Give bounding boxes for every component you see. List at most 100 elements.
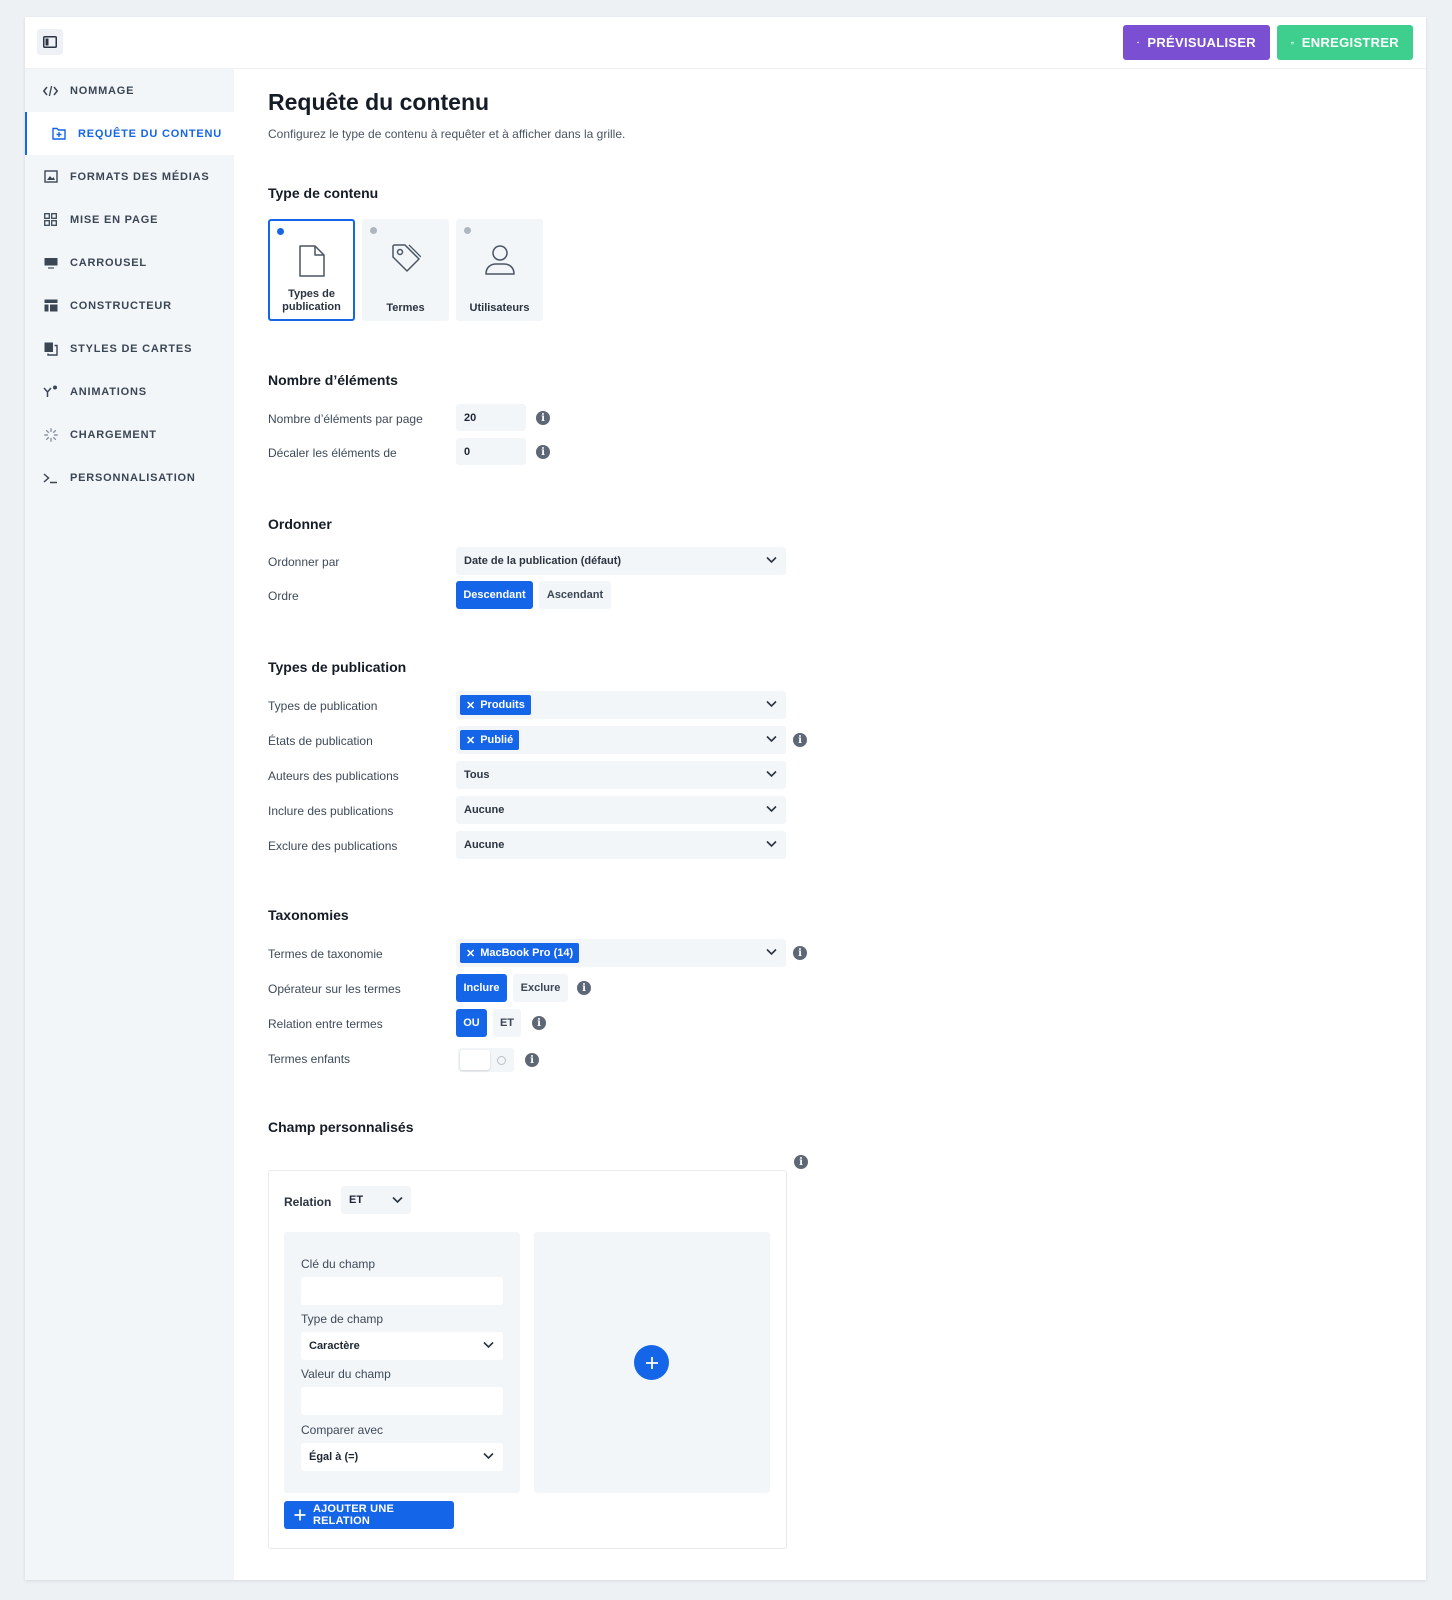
toggle-off-icon (497, 1056, 506, 1065)
post-authors-select[interactable]: Tous (456, 761, 786, 789)
save-button-label: ENREGISTRER (1301, 35, 1399, 50)
child-terms-label: Termes enfants (268, 1052, 351, 1066)
add-relation-label: AJOUTER UNE RELATION (312, 1503, 395, 1527)
compare-value: Égal à (=) (309, 1451, 359, 1463)
sidebar-item-card-styles[interactable]: STYLES DE CARTES (25, 327, 234, 370)
child-terms-toggle[interactable] (458, 1048, 514, 1072)
content-type-post-types[interactable]: Types de publication (268, 219, 355, 321)
order-ascending-button[interactable]: Ascendant (539, 581, 611, 609)
add-field-panel (534, 1232, 770, 1493)
post-type-tag[interactable]: ✕ Produits (460, 695, 531, 715)
section-heading-post-types: Types de publication (268, 659, 407, 675)
plus-icon (294, 1509, 306, 1521)
chevron-down-icon (766, 770, 777, 778)
field-value-label: Valeur du champ (301, 1367, 391, 1381)
content-type-terms[interactable]: Termes (362, 219, 449, 321)
per-page-input[interactable]: 20 (456, 404, 526, 431)
operator-include-button[interactable]: Inclure (456, 974, 507, 1002)
relation-and-button[interactable]: ET (493, 1009, 521, 1037)
sidebar-item-loading[interactable]: CHARGEMENT (25, 413, 234, 456)
compare-select[interactable]: Égal à (=) (301, 1443, 503, 1471)
floppy-disk-icon (1291, 41, 1294, 44)
preview-button-label: PRÉVISUALISER (1147, 35, 1256, 50)
field-value-input[interactable] (301, 1387, 503, 1415)
include-posts-select[interactable]: Aucune (456, 796, 786, 824)
content-type-users[interactable]: Utilisateurs (456, 219, 543, 321)
sidebar-item-media-formats[interactable]: FORMATS DES MÉDIAS (25, 155, 234, 198)
post-types-label: Types de publication (268, 699, 378, 713)
sidebar-item-label: PERSONNALISATION (70, 471, 196, 484)
info-icon[interactable]: i (532, 1016, 546, 1030)
section-heading-item-count: Nombre d’éléments (268, 372, 398, 388)
operator-exclude-button[interactable]: Exclure (513, 974, 568, 1002)
chevron-down-icon (766, 735, 777, 743)
custom-fields-box: Relation ET Clé du champ Type de champ C… (268, 1170, 787, 1549)
content-type-label: Termes (386, 302, 425, 314)
terms-operator-label: Opérateur sur les termes (268, 982, 401, 996)
offset-label: Décaler les éléments de (268, 446, 397, 460)
info-icon[interactable]: i (525, 1053, 539, 1067)
tag-label: Publié (480, 734, 514, 746)
post-status-tag[interactable]: ✕ Publié (460, 730, 520, 750)
sidebar-item-builder[interactable]: CONSTRUCTEUR (25, 284, 234, 327)
toggle-knob (460, 1050, 490, 1070)
relation-value: ET (349, 1194, 364, 1206)
info-icon[interactable]: i (536, 445, 550, 459)
preview-button[interactable]: PRÉVISUALISER (1123, 25, 1270, 60)
tag-icon (391, 244, 421, 272)
main-content: Requête du contenu Configurez le type de… (234, 69, 1426, 1580)
sidebar-item-animations[interactable]: ANIMATIONS (25, 370, 234, 413)
image-icon (43, 169, 58, 184)
field-type-select[interactable]: Caractère (301, 1332, 503, 1360)
chevron-down-icon (766, 700, 777, 708)
add-field-button[interactable] (634, 1345, 669, 1380)
page-subtitle: Configurez le type de contenu à requêter… (268, 127, 626, 141)
sidebar-item-label: ANIMATIONS (70, 385, 147, 398)
post-status-select[interactable]: ✕ Publié (456, 726, 786, 754)
exclude-posts-value: Aucune (464, 839, 505, 851)
relation-or-button[interactable]: OU (456, 1009, 487, 1037)
animation-icon (43, 384, 58, 399)
radio-dot (464, 227, 471, 234)
chevron-down-icon (766, 805, 777, 813)
info-icon[interactable]: i (794, 1155, 808, 1169)
info-icon[interactable]: i (536, 411, 550, 425)
add-relation-button[interactable]: AJOUTER UNE RELATION (284, 1501, 454, 1529)
save-button[interactable]: ENREGISTRER (1277, 25, 1413, 60)
chevron-down-icon (766, 948, 777, 956)
remove-tag-icon[interactable]: ✕ (466, 734, 475, 747)
order-descending-button[interactable]: Descendant (456, 581, 533, 609)
offset-input[interactable]: 0 (456, 438, 526, 465)
terms-relation-label: Relation entre termes (268, 1017, 383, 1031)
info-icon[interactable]: i (577, 981, 591, 995)
remove-tag-icon[interactable]: ✕ (466, 947, 475, 960)
sidebar-toggle-icon (43, 36, 57, 48)
sidebar-item-content-query[interactable]: REQUÊTE DU CONTENU (25, 112, 234, 155)
section-heading-order: Ordonner (268, 516, 332, 532)
relation-select[interactable]: ET (341, 1186, 411, 1214)
sidebar-item-layout[interactable]: MISE EN PAGE (25, 198, 234, 241)
content-type-label: Utilisateurs (469, 302, 530, 314)
exclude-posts-select[interactable]: Aucune (456, 831, 786, 859)
field-key-input[interactable] (301, 1277, 503, 1305)
sidebar-item-carousel[interactable]: CARROUSEL (25, 241, 234, 284)
carousel-icon (43, 255, 58, 270)
sidebar-item-naming[interactable]: NOMMAGE (25, 69, 234, 112)
chevron-down-icon (483, 1452, 494, 1460)
builder-icon (43, 298, 58, 313)
info-icon[interactable]: i (793, 733, 807, 747)
info-icon[interactable]: i (793, 946, 807, 960)
taxonomy-terms-select[interactable]: ✕ MacBook Pro (14) (456, 939, 786, 967)
order-by-select[interactable]: Date de la publication (défaut) (456, 547, 786, 575)
sidebar-item-customization[interactable]: PERSONNALISATION (25, 456, 234, 499)
post-types-select[interactable]: ✕ Produits (456, 691, 786, 719)
chevron-down-icon (483, 1341, 494, 1349)
remove-tag-icon[interactable]: ✕ (466, 699, 475, 712)
cards-icon (43, 341, 58, 356)
tag-label: Produits (480, 699, 525, 711)
taxonomy-term-tag[interactable]: ✕ MacBook Pro (14) (460, 943, 580, 963)
sidebar-item-label: CARROUSEL (70, 256, 147, 269)
sidebar-toggle-button[interactable] (37, 29, 63, 55)
field-key-label: Clé du champ (301, 1257, 376, 1271)
plus-icon (645, 1356, 658, 1369)
